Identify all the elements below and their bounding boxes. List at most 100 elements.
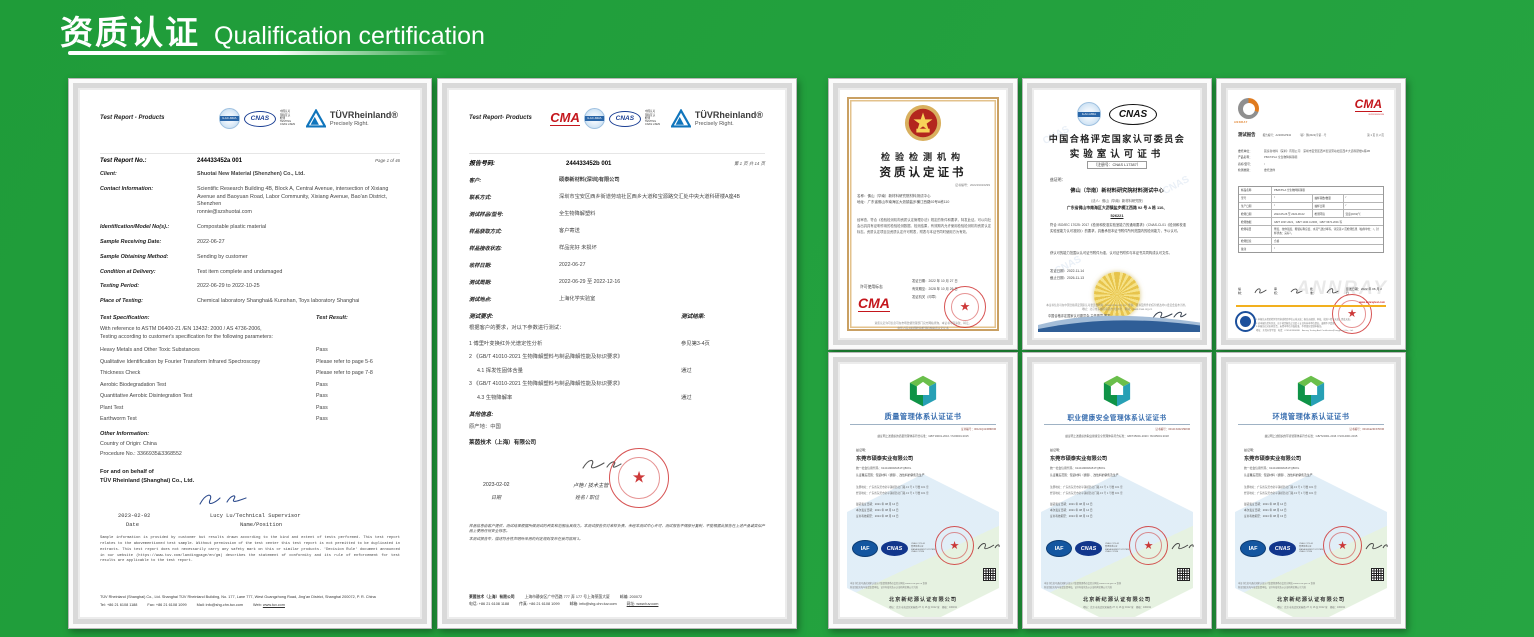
section-header: 资质认证 Qualification certification — [60, 6, 485, 54]
cnas-accreditation-text: 中国认可 国际互认 检测 TESTING CNAS L3929 — [280, 110, 302, 126]
test-row: Heavy Metals and Other Toxic SubstancesP… — [100, 347, 400, 353]
cnas-icon: CNAS — [881, 541, 908, 556]
cert-number: 证书编号：00121S30215R0M — [1155, 427, 1190, 431]
spec-header: 测试要求:测试结果: — [469, 312, 765, 320]
field-row: Testing Period:2022-06-29 to 2022-10-25 — [100, 283, 400, 291]
sign-zone: 莱茵技术（上海）有限公司 ★ 2023-02-02 日期 卢艳 / 技术主管 姓… — [469, 430, 765, 516]
cnas-icon: CNAS — [1269, 541, 1296, 556]
cnas-accreditation-text: 中国认可 国际互认 检测 TESTING CNAS L3929 — [645, 110, 667, 126]
scope-line: 认证覆盖范围：包装材料（袋膜）、改性料的销售及生产 — [1244, 473, 1382, 477]
annray-blue-logo-icon — [1235, 311, 1256, 332]
tuv-wordmark: TÜVRheinland® Precisely Right. — [330, 110, 398, 127]
standard-line: 兹证明上述组织的质量管理体系符合标准：GB/T19001-2016 / ISO9… — [840, 434, 1006, 438]
cnas-icon: CNAS — [1109, 104, 1157, 125]
disclaimer: Sample information is provided by custom… — [100, 536, 400, 565]
cnas-icon: CNAS — [609, 111, 641, 127]
field-row: Sample Receiving Date:2022-06-27 — [100, 239, 400, 247]
cert-number: 证书编号：202219016299 — [955, 183, 990, 187]
qr-code — [983, 568, 996, 581]
accreditation-logos: CMA ILAC-MRA CNAS 中国认可 国际互认 检测 TESTING C… — [550, 108, 763, 129]
ilac-mra-icon: ILAC-MRA — [1077, 102, 1101, 126]
certificate-tuv-report-cn[interactable]: Test Report- Products CMA ILAC-MRA CNAS … — [437, 78, 797, 629]
registration-number: （注册号：CNAS L17387） — [1034, 163, 1200, 168]
field-row: 联系方式:深圳市宝安区西乡街道劳动社区西乡大道和宝源路交汇处中央大道科研楼A座4… — [469, 194, 765, 202]
certificate-cma-accreditation[interactable]: 检验检测机构 资质认定证书 证书编号：202219016299 名称：佛山（华南… — [828, 78, 1018, 350]
certificate-cnas-laboratory[interactable]: CNAS CNAS CNAS ILAC-MRA CNAS 中国合格评定国家认可委… — [1022, 78, 1212, 350]
test-row: Plant TestPass — [100, 405, 400, 411]
certificate-tuv-report-en[interactable]: Test Report - Products ILAC-MRA CNAS 中国认… — [68, 78, 432, 629]
tuv-web-link[interactable]: www.tuv.com — [263, 603, 285, 607]
field-row: 样品接收状态:样品完好 未损坏 — [469, 245, 765, 253]
certifier-cube-icon — [1295, 374, 1327, 409]
yellow-divider — [1236, 305, 1386, 308]
certification-seal: ★ — [1129, 526, 1168, 565]
signature-row: 2023-02-02Lucy Lu/Technical Supervisor — [100, 513, 400, 519]
issuer-name: 北京新纪源认证有限公司 — [1228, 596, 1394, 603]
company-name: 东莞市硕泰实业有限公司 — [1244, 455, 1301, 462]
issuer-name: 北京新纪源认证有限公司 — [840, 596, 1006, 603]
tuv-report-cn-page: Test Report- Products CMA ILAC-MRA CNAS … — [449, 90, 785, 617]
lab-name: 佛山（华南）新材料研究院材料测试中心 — [1034, 187, 1200, 194]
field-row: 样品获取方式:客户寄送 — [469, 228, 765, 236]
certificate-iso-ohs[interactable]: 职业健康安全管理体系认证证书 证书编号：00121S30215R0M 兹证明上述… — [1022, 352, 1212, 629]
certification-seal: ★ — [1323, 526, 1362, 565]
cnas-icon: CNAS — [1075, 541, 1102, 556]
certificate-iso-quality[interactable]: 质量管理体系认证证书 证书编号：00121Q41368R0M 兹证明上述组织的质… — [828, 352, 1018, 629]
field-row: 测试地点:上海化学实验室 — [469, 296, 765, 304]
scope-line: 认证覆盖范围：包装材料（袋膜）、改性料的销售及生产 — [856, 473, 994, 477]
field-row: Client:Shuotai New Material (Shenzhen) C… — [100, 171, 400, 179]
org-title: 中国合格评定国家认可委员会 — [1034, 132, 1200, 145]
cert-title-line2: 资质认定证书 — [840, 164, 1006, 180]
annray-url[interactable]: www.annraytest.com — [1359, 301, 1385, 304]
footer-address-row: 莱茵技术（上海）有限公司 上海市静安区广中西路 777 弄 177 号上海莱茵大… — [469, 595, 765, 600]
cert-number: 证书编号：00121Q41368R0M — [961, 427, 996, 431]
footer-contacts: Tel: +86 21 6108 1188 Fax: +86 21 6108 1… — [100, 603, 400, 607]
test-row: Aerobic Biodegradation TestPass — [100, 382, 400, 388]
standard-line: 兹证明上述组织的职业健康安全管理体系符合标准：GB/T45001-2020 / … — [1034, 434, 1200, 438]
cert-title-line1: 检验检测机构 — [840, 150, 1006, 163]
header-underline — [68, 51, 448, 55]
test-row: 2 《GB/T 41010-2021 生物降解塑料与制品降解性能及标识要求》 — [469, 352, 765, 360]
company-name: 东莞市硕泰实业有限公司 — [856, 455, 913, 462]
tuv-triangle-icon — [671, 109, 691, 128]
signature — [1253, 286, 1268, 296]
field-row: 收样日期:2022-06-27 — [469, 262, 765, 270]
other-info-label: 其他信息: — [469, 410, 765, 418]
signature — [1364, 540, 1390, 553]
iaf-icon: IAF — [852, 540, 878, 557]
certificate-iso-environment[interactable]: 环境管理体系认证证书 证书编号：00121E23157R0M 兹证明上述组织的环… — [1216, 352, 1406, 629]
tuv-red-seal: ★ — [609, 448, 669, 508]
cert-body: 经审查，符合《检验检测机构资质认定管理办法》规定的条件和要求，特发此证。可以向社… — [857, 217, 991, 235]
tuv-triangle-icon — [306, 109, 326, 128]
certification-seal: ★ — [935, 526, 974, 565]
cnas-icon: CNAS — [244, 111, 276, 127]
cma-icon: CMA — [858, 296, 890, 312]
report-number-row: Test Report No.: 244433452a 001 Page 1 o… — [100, 153, 400, 164]
company-name: 东莞市硕泰实业有限公司 — [1050, 455, 1107, 462]
cert-title: 实验室认可证书 — [1034, 146, 1200, 160]
results-table: 样品名称PBAT/PLA 全生物降解薄膜 型号/抽样基数/数量/ 生产日期/抽样… — [1238, 186, 1384, 253]
cert-title: 职业健康安全管理体系认证证书 — [1034, 412, 1200, 422]
field-row: 测试周期:2022-06-29 至 2022-12-16 — [469, 279, 765, 287]
test-row: Qualitative Identification by Fourier Tr… — [100, 359, 400, 365]
test-row: Thickness CheckPlease refer to page 7-8 — [100, 370, 400, 376]
cert-title: 环境管理体系认证证书 — [1228, 412, 1394, 422]
tuv-web-link[interactable]: 网址: www.tuv.com — [627, 602, 659, 607]
signature — [1170, 540, 1196, 553]
issuer-address: 地址：北京市海淀区知春路 27 号 16 层 1612 室 邮编：100191 — [840, 605, 1006, 609]
signature — [196, 490, 252, 510]
signing-company: 莱茵技术（上海）有限公司 — [469, 438, 536, 446]
certificate-annray-test-report[interactable]: ANNRAY CMA 2021192014315 测试报告 报告编号：A2206… — [1216, 78, 1406, 350]
scope-line: 认证覆盖范围：包装材料（袋膜）、改性料的销售及生产 — [1050, 473, 1188, 477]
report-number: 244433452b 001 — [566, 161, 611, 167]
spec-header: Test Specification:Test Result: — [100, 315, 400, 321]
annray-watermark: ANNRAY — [1296, 278, 1388, 300]
field-row: Condition at Delivery:Test item complete… — [100, 269, 400, 277]
issuer-address: 地址：北京市海淀区知春路 27 号 16 层 1612 室 邮编：100191 — [1228, 605, 1394, 609]
doc-label: Test Report- Products — [469, 115, 532, 121]
other-info-label: Other Information: — [100, 431, 400, 437]
signature-labels: DateName/Position — [100, 522, 400, 528]
certifier-cube-icon — [1101, 374, 1133, 409]
field-row: 测试样品/型号:全生物降解塑料 — [469, 211, 765, 219]
accreditation-logos: ILAC-MRA CNAS 中国认可 国际互认 检测 TESTING CNAS … — [219, 108, 398, 129]
